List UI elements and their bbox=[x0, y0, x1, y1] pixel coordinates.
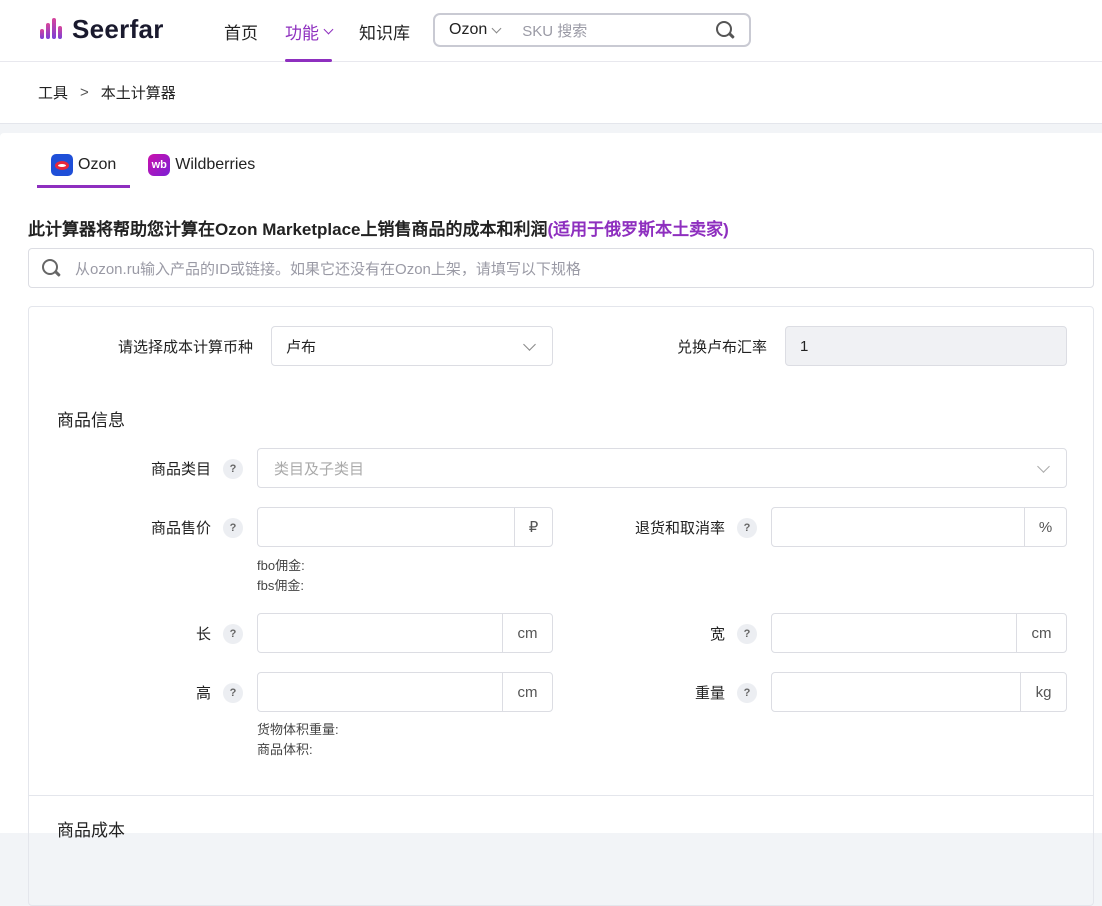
category-select-placeholder: 类目及子类目 bbox=[274, 460, 365, 478]
nav-item-knowledge-base[interactable]: 知识库 bbox=[359, 0, 410, 62]
currency-select-value: 卢布 bbox=[286, 338, 317, 356]
length-label: 长 bbox=[195, 626, 211, 643]
sku-search-input[interactable]: SKU 搜索 bbox=[522, 20, 715, 41]
breadcrumb-item-tools[interactable]: 工具 bbox=[38, 82, 68, 103]
help-icon[interactable]: ? bbox=[737, 624, 757, 644]
cm-unit: cm bbox=[1016, 614, 1066, 652]
price-label: 商品售价 bbox=[150, 520, 211, 537]
weight-label: 重量 bbox=[694, 685, 725, 702]
return-rate-field[interactable]: % bbox=[771, 507, 1067, 547]
wildberries-logo-icon: wb bbox=[148, 154, 171, 176]
product-search-input[interactable]: 从ozon.ru输入产品的ID或链接。如果它还没有在Ozon上架，请填写以下规格 bbox=[75, 258, 581, 279]
calculator-panel: Ozon wb Wildberries 此计算器将帮助您计算在Ozon Mark… bbox=[0, 133, 1102, 906]
tab-ozon[interactable]: Ozon bbox=[37, 143, 131, 188]
category-select[interactable]: 类目及子类目 bbox=[257, 448, 1067, 488]
width-label: 宽 bbox=[709, 626, 725, 643]
section-divider bbox=[29, 795, 1093, 796]
site-select[interactable]: Ozon bbox=[449, 21, 502, 39]
nav-item-label: 首页 bbox=[224, 23, 258, 43]
site-select-value: Ozon bbox=[449, 21, 488, 38]
category-label: 商品类目 bbox=[150, 461, 211, 478]
commission-notes: fbo佣金: fbs佣金: bbox=[257, 556, 305, 596]
help-icon[interactable]: ? bbox=[223, 624, 243, 644]
cm-unit: cm bbox=[502, 614, 552, 652]
percent-unit: % bbox=[1024, 508, 1066, 546]
description-highlight: (适用于俄罗斯本土卖家) bbox=[547, 220, 729, 239]
product-volume-note: 商品体积: bbox=[257, 742, 313, 757]
nav-item-features[interactable]: 功能 bbox=[285, 0, 334, 62]
tab-wildberries[interactable]: wb Wildberries bbox=[130, 143, 269, 187]
sku-search-box: Ozon SKU 搜索 bbox=[433, 13, 751, 47]
kg-unit: kg bbox=[1020, 673, 1066, 711]
chevron-down-icon bbox=[323, 24, 334, 34]
help-icon[interactable]: ? bbox=[223, 518, 243, 538]
section-title-product-info: 商品信息 bbox=[57, 411, 125, 430]
help-icon[interactable]: ? bbox=[737, 683, 757, 703]
exchange-rate-value: 1 bbox=[800, 337, 809, 355]
logo-text: Seerfar bbox=[72, 14, 164, 44]
price-field[interactable]: ₽ bbox=[257, 507, 553, 547]
fbo-commission-note: fbo佣金: bbox=[257, 558, 305, 573]
currency-select[interactable]: 卢布 bbox=[271, 326, 553, 366]
height-label: 高 bbox=[195, 685, 211, 702]
search-icon bbox=[41, 258, 61, 278]
description-text: 此计算器将帮助您计算在Ozon Marketplace上销售商品的成本和利润 bbox=[28, 220, 548, 239]
volumetric-weight-note: 货物体积重量: bbox=[257, 722, 339, 737]
tab-label: Ozon bbox=[78, 156, 117, 173]
breadcrumb: 工具 > 本土计算器 bbox=[0, 62, 1102, 124]
breadcrumb-separator: > bbox=[80, 84, 89, 101]
help-icon[interactable]: ? bbox=[223, 459, 243, 479]
chevron-down-icon bbox=[523, 337, 536, 351]
product-search[interactable]: 从ozon.ru输入产品的ID或链接。如果它还没有在Ozon上架，请填写以下规格 bbox=[28, 248, 1094, 288]
chevron-down-icon bbox=[1037, 459, 1050, 473]
calculator-form: 请选择成本计算币种 卢布 兑换卢布汇率 1 商品信息 商品类目 ? 类目及子类目… bbox=[28, 306, 1094, 906]
nav-item-home[interactable]: 首页 bbox=[224, 0, 258, 62]
fbs-commission-note: fbs佣金: bbox=[257, 578, 304, 593]
weight-field[interactable]: kg bbox=[771, 672, 1067, 712]
seerfar-logo[interactable]: Seerfar bbox=[40, 14, 164, 45]
tab-label: Wildberries bbox=[175, 156, 256, 173]
search-icon[interactable] bbox=[715, 20, 735, 40]
help-icon[interactable]: ? bbox=[223, 683, 243, 703]
seerfar-logo-icon bbox=[40, 17, 68, 42]
ozon-logo-icon bbox=[51, 154, 73, 176]
calculator-description: 此计算器将帮助您计算在Ozon Marketplace上销售商品的成本和利润(适… bbox=[28, 215, 729, 240]
chevron-down-icon bbox=[491, 23, 502, 33]
main-nav: 首页 功能 知识库 bbox=[224, 0, 437, 62]
return-rate-label: 退货和取消率 bbox=[634, 520, 725, 537]
cm-unit: cm bbox=[502, 673, 552, 711]
ruble-unit: ₽ bbox=[514, 508, 552, 546]
volume-notes: 货物体积重量: 商品体积: bbox=[257, 720, 339, 760]
exchange-rate-field: 1 bbox=[785, 326, 1067, 366]
length-field[interactable]: cm bbox=[257, 613, 553, 653]
width-field[interactable]: cm bbox=[771, 613, 1067, 653]
nav-item-label: 知识库 bbox=[359, 23, 410, 43]
section-title-product-cost: 商品成本 bbox=[57, 821, 125, 840]
height-field[interactable]: cm bbox=[257, 672, 553, 712]
currency-label: 请选择成本计算币种 bbox=[117, 339, 253, 356]
marketplace-tabs: Ozon wb Wildberries bbox=[37, 143, 269, 188]
breadcrumb-item-current: 本土计算器 bbox=[100, 85, 176, 102]
nav-item-label: 功能 bbox=[285, 23, 319, 43]
help-icon[interactable]: ? bbox=[737, 518, 757, 538]
exchange-rate-label: 兑换卢布汇率 bbox=[676, 339, 767, 356]
top-header: Seerfar 首页 功能 知识库 Ozon SKU 搜索 bbox=[0, 0, 1102, 62]
